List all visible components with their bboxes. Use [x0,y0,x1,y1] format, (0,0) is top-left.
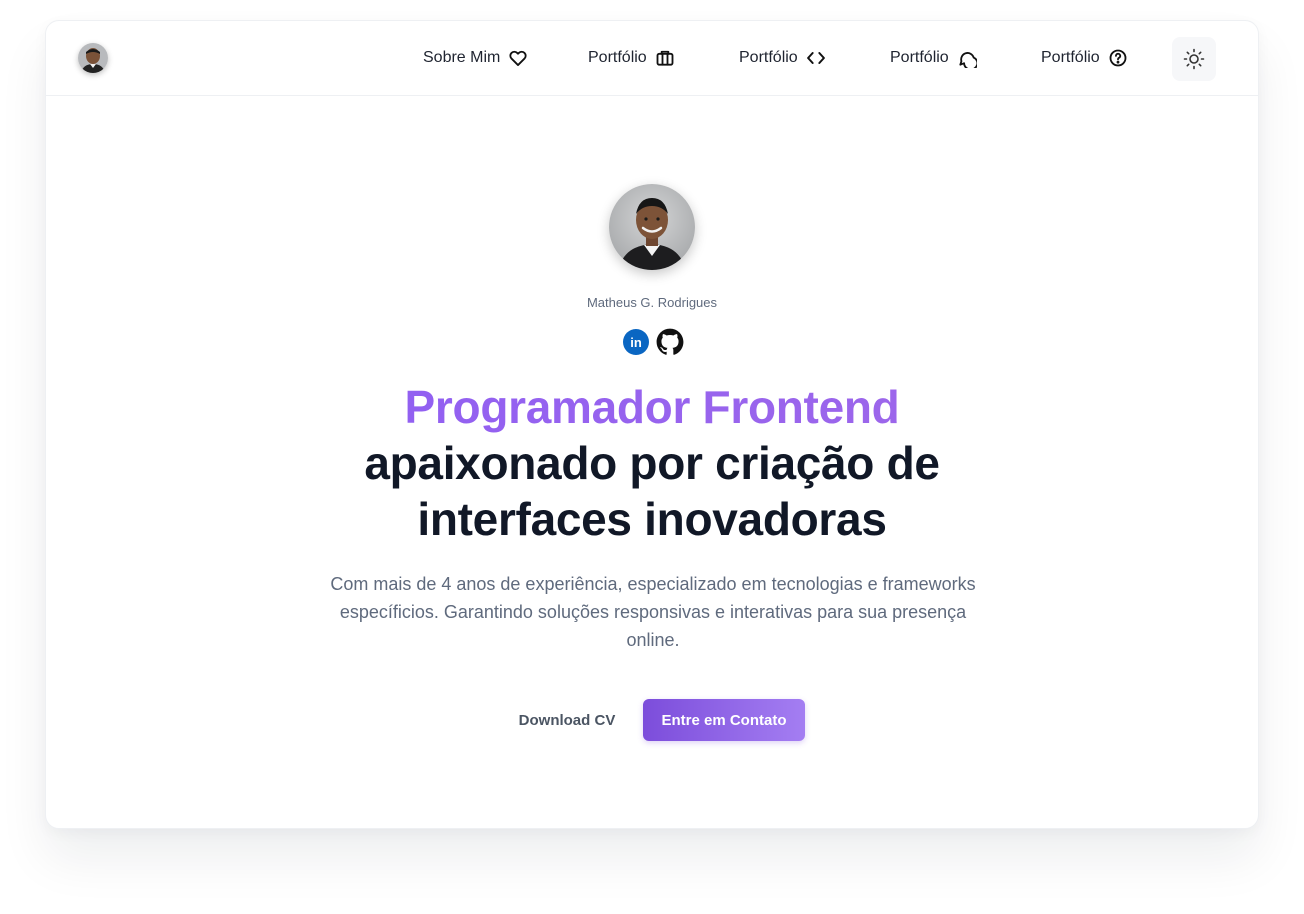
nav-item-portfolio-briefcase[interactable]: Portfólio [588,45,675,71]
headline-line: interfaces inovadoras [417,493,887,545]
top-navbar: Sobre Mim Portfólio Portfólio Portfólio [46,21,1258,96]
profile-avatar [609,184,695,270]
nav-label: Portfólio [588,49,647,66]
nav-label: Sobre Mim [423,49,501,66]
hero-description: Com mais de 4 anos de experiência, espec… [330,574,976,650]
nav-label: Portfólio [1041,49,1100,66]
nav-item-portfolio-help[interactable]: Portfólio [1041,45,1128,71]
github-icon [656,328,684,355]
nav-item-portfolio-code[interactable]: Portfólio [739,45,826,71]
help-circle-icon [1109,49,1127,67]
nav-label: Portfólio [890,49,949,66]
message-icon [959,52,977,68]
nav-item-portfolio-message[interactable]: Portfólio [890,45,977,71]
social-links: in [622,328,684,356]
avatar-portrait-icon [78,43,108,73]
nav-item-sobre-mim[interactable]: Sobre Mim [423,45,528,71]
logo-avatar[interactable] [78,43,108,73]
linkedin-link[interactable]: in [622,328,650,356]
briefcase-icon [656,50,674,66]
download-cv-button[interactable]: Download CV [504,699,630,741]
headline-accent: Programador Frontend [46,379,1258,435]
profile-name: Matheus G. Rodrigues [586,295,718,310]
github-link[interactable] [656,328,684,356]
heart-icon [509,50,527,67]
hero-actions: Download CV Entre em Contato [46,699,1258,741]
theme-toggle-button[interactable] [1172,37,1216,81]
headline-line: apaixonado por criação de [364,437,940,489]
svg-text:in: in [630,335,642,350]
code-icon [806,52,825,64]
linkedin-icon: in [623,329,649,355]
hero-headline: Programador Frontend apaixonado por cria… [46,379,1258,547]
page-card: Sobre Mim Portfólio Portfólio Portfólio [45,20,1259,829]
contact-button[interactable]: Entre em Contato [643,699,805,741]
profile-portrait-icon [609,184,695,270]
sun-icon [1183,48,1205,70]
nav-label: Portfólio [739,49,798,66]
